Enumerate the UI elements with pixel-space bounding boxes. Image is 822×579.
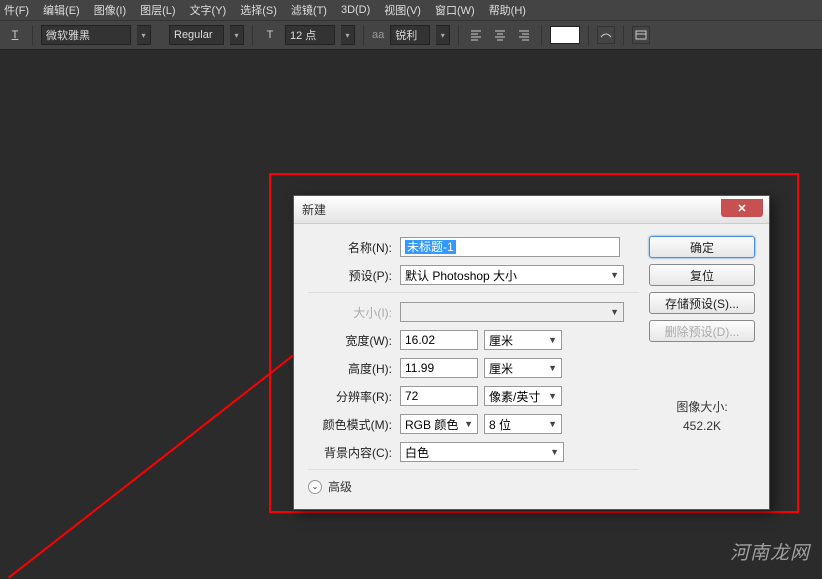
resolution-unit-select[interactable]: 像素/英寸▼ [484, 386, 562, 406]
chevron-down-icon: ▼ [548, 391, 557, 401]
width-unit-select[interactable]: 厘米▼ [484, 330, 562, 350]
panel-toggle-button[interactable] [632, 26, 650, 44]
new-document-dialog: 新建 ✕ 名称(N): 未标题-1 预设(P): 默认 Photoshop 大小… [293, 195, 770, 510]
close-button[interactable]: ✕ [721, 199, 763, 217]
preset-select[interactable]: 默认 Photoshop 大小▼ [400, 265, 624, 285]
align-center-button[interactable] [491, 26, 509, 44]
menu-edit[interactable]: 编辑(E) [43, 2, 80, 18]
background-label: 背景内容(C): [308, 444, 392, 461]
options-bar: T 微软雅黑 ▾ Regular ▾ T 12 点 ▾ aa 锐利 ▾ [0, 20, 822, 50]
save-preset-button[interactable]: 存储预设(S)... [649, 292, 755, 314]
menu-view[interactable]: 视图(V) [384, 2, 421, 18]
align-left-button[interactable] [467, 26, 485, 44]
chevron-down-icon: ▼ [548, 419, 557, 429]
chevron-down-icon: ▼ [548, 335, 557, 345]
height-unit-select[interactable]: 厘米▼ [484, 358, 562, 378]
menu-3d[interactable]: 3D(D) [341, 4, 370, 16]
color-bit-select[interactable]: 8 位▼ [484, 414, 562, 434]
width-input[interactable] [400, 330, 478, 350]
chevron-down-icon: ⌄ [308, 480, 322, 494]
font-family-dropdown-icon[interactable]: ▾ [137, 25, 151, 45]
menu-layer[interactable]: 图层(L) [140, 2, 175, 18]
image-size-info: 图像大小: 452.2K [649, 398, 755, 433]
text-tool-icon: T [6, 26, 24, 44]
menu-image[interactable]: 图像(I) [94, 2, 126, 18]
menu-type[interactable]: 文字(Y) [190, 2, 227, 18]
font-style-dropdown-icon[interactable]: ▾ [230, 25, 244, 45]
chevron-down-icon: ▼ [548, 363, 557, 373]
warp-text-button[interactable] [597, 26, 615, 44]
height-input[interactable] [400, 358, 478, 378]
resolution-label: 分辨率(R): [308, 388, 392, 405]
chevron-down-icon: ▼ [610, 270, 619, 280]
resolution-input[interactable] [400, 386, 478, 406]
name-label: 名称(N): [308, 239, 392, 256]
text-color-swatch[interactable] [550, 26, 580, 44]
size-label: 大小(I): [308, 304, 392, 321]
chevron-down-icon: ▼ [610, 307, 619, 317]
width-label: 宽度(W): [308, 332, 392, 349]
menu-file[interactable]: 件(F) [4, 2, 29, 18]
height-label: 高度(H): [308, 360, 392, 377]
color-mode-select[interactable]: RGB 颜色▼ [400, 414, 478, 434]
font-style-select[interactable]: Regular [169, 25, 224, 45]
font-family-select[interactable]: 微软雅黑 [41, 25, 131, 45]
color-mode-label: 颜色模式(M): [308, 416, 392, 433]
name-input[interactable]: 未标题-1 [400, 237, 620, 257]
delete-preset-button: 删除预设(D)... [649, 320, 755, 342]
background-select[interactable]: 白色▼ [400, 442, 564, 462]
menu-window[interactable]: 窗口(W) [435, 2, 475, 18]
font-size-dropdown-icon[interactable]: ▾ [341, 25, 355, 45]
chevron-down-icon: ▼ [550, 447, 559, 457]
menu-filter[interactable]: 滤镜(T) [291, 2, 327, 18]
ok-button[interactable]: 确定 [649, 236, 755, 258]
align-right-button[interactable] [515, 26, 533, 44]
menu-bar: 件(F) 编辑(E) 图像(I) 图层(L) 文字(Y) 选择(S) 滤镜(T)… [0, 0, 822, 20]
chevron-down-icon: ▼ [464, 419, 473, 429]
menu-help[interactable]: 帮助(H) [489, 2, 526, 18]
menu-select[interactable]: 选择(S) [240, 2, 277, 18]
preset-label: 预设(P): [308, 267, 392, 284]
font-size-select[interactable]: 12 点 [285, 25, 335, 45]
antialias-label: aa [372, 29, 384, 41]
advanced-toggle[interactable]: ⌄ 高级 [308, 478, 639, 495]
dialog-titlebar[interactable]: 新建 ✕ [294, 196, 769, 224]
dialog-title: 新建 [302, 201, 326, 218]
reset-button[interactable]: 复位 [649, 264, 755, 286]
size-select: ▼ [400, 302, 624, 322]
antialias-dropdown-icon[interactable]: ▾ [436, 25, 450, 45]
antialias-select[interactable]: 锐利 [390, 25, 430, 45]
watermark: 河南龙网 [730, 538, 810, 565]
font-size-icon: T [261, 26, 279, 44]
